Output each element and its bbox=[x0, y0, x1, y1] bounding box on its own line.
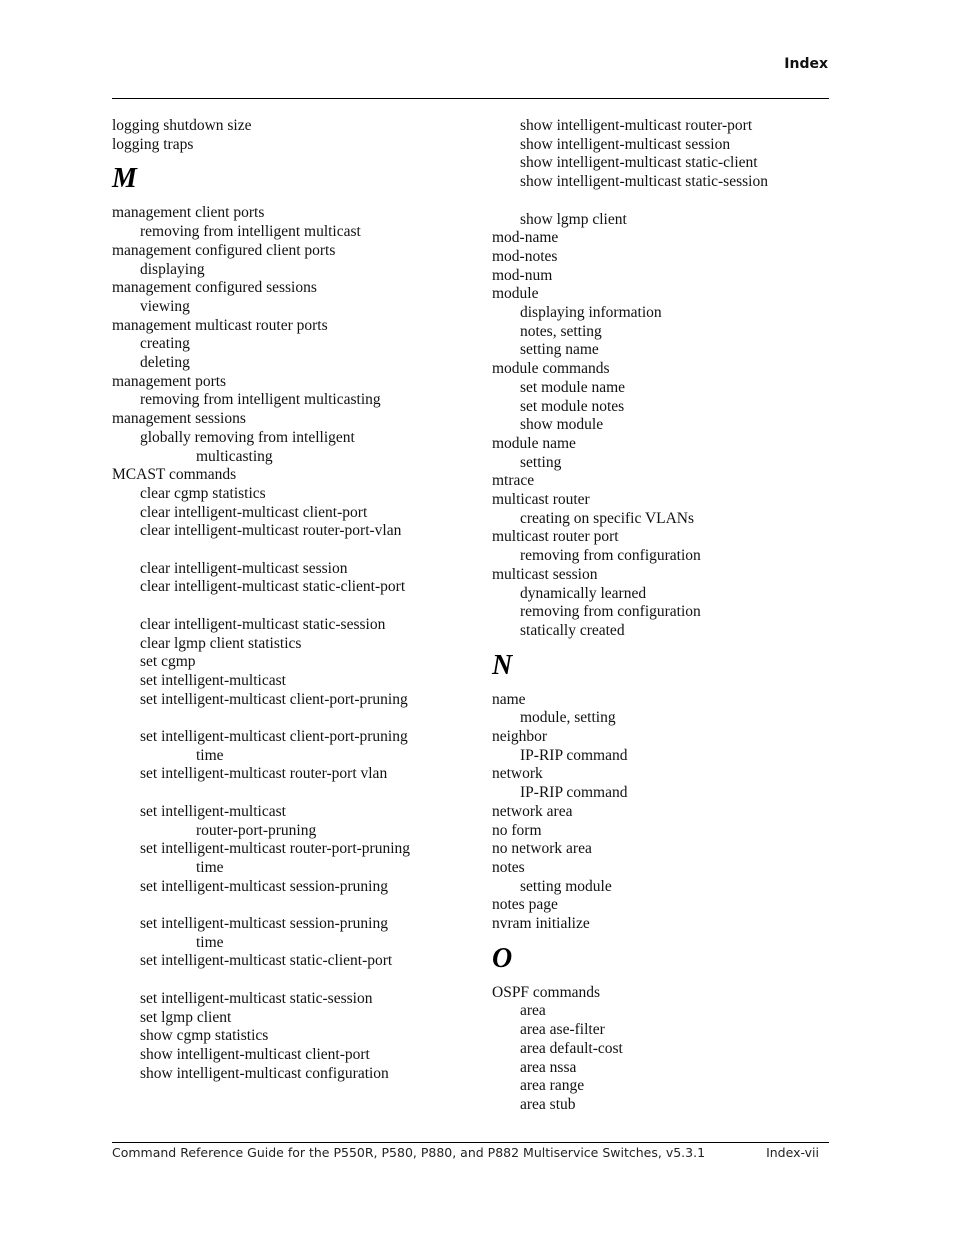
index-subentry: area bbox=[520, 1002, 546, 1020]
index-entry: notes bbox=[492, 858, 525, 876]
index-subentry: time bbox=[196, 746, 224, 764]
index-entry: notes page bbox=[492, 896, 558, 914]
index-subentry: set intelligent-multicast session-prunin… bbox=[140, 915, 388, 932]
footer-page-number: Index-vii bbox=[766, 1145, 819, 1160]
index-subentry: show intelligent-multicast static-client bbox=[520, 154, 758, 172]
index-subentry: module, setting bbox=[520, 709, 616, 727]
section-letter-n: N bbox=[492, 649, 513, 681]
index-subentry: removing from configuration bbox=[520, 603, 701, 621]
index-entry: network area bbox=[492, 802, 573, 820]
index-entry: management configured client ports bbox=[112, 241, 336, 259]
running-header: Index bbox=[784, 56, 828, 72]
index-entry: neighbor bbox=[492, 728, 548, 745]
index-subentry: show module bbox=[520, 416, 604, 434]
index-entry: multicast router port bbox=[492, 528, 619, 546]
index-entry: nvram initialize bbox=[492, 915, 590, 932]
index-subentry: creating on specific VLANs bbox=[520, 509, 695, 527]
index-subentry: set intelligent-multicast router-port-pr… bbox=[140, 840, 411, 858]
index-subentry: setting name bbox=[520, 341, 599, 359]
index-entry: mtrace bbox=[492, 472, 535, 490]
index-subentry: displaying bbox=[140, 260, 205, 278]
index-subentry: show intelligent-multicast router-port bbox=[520, 117, 753, 134]
index-subentry: clear intelligent-multicast session bbox=[140, 559, 348, 577]
index-entry: no network area bbox=[492, 840, 592, 858]
index-subentry: set intelligent-multicast client-port-pr… bbox=[140, 728, 408, 745]
index-subentry: set intelligent-multicast session-prunin… bbox=[140, 877, 388, 895]
index-subentry: clear cgmp statistics bbox=[140, 484, 266, 502]
index-subentry: globally removing from intelligent bbox=[140, 428, 355, 446]
index-subentry: clear lgmp client statistics bbox=[140, 634, 302, 652]
index-entry: module bbox=[492, 285, 539, 303]
index-subentry: setting bbox=[520, 453, 562, 471]
index-entry: name bbox=[492, 690, 526, 708]
index-entry: module commands bbox=[492, 360, 610, 378]
index-subentry: statically created bbox=[520, 621, 625, 639]
index-entry: management ports bbox=[112, 372, 227, 390]
index-subentry: show intelligent-multicast client-port bbox=[140, 1045, 370, 1063]
footer-guide-title: Command Reference Guide for the P550R, P… bbox=[112, 1145, 706, 1160]
index-subentry: area nssa bbox=[520, 1058, 577, 1076]
index-subentry: show intelligent-multicast static-sessio… bbox=[520, 173, 768, 191]
index-entry: management multicast router ports bbox=[112, 316, 328, 334]
index-entry: mod-name bbox=[492, 229, 559, 247]
index-entry: multicast session bbox=[492, 565, 598, 583]
index-subentry: clear intelligent-multicast static-clien… bbox=[140, 578, 406, 596]
section-letter-o: O bbox=[492, 942, 513, 974]
index-entry: multicast router bbox=[492, 491, 590, 508]
footer-rule bbox=[112, 1142, 829, 1143]
index-subentry: removing from configuration bbox=[520, 547, 701, 565]
index-entry: logging traps bbox=[112, 135, 194, 153]
index-subentry: set intelligent-multicast static-client-… bbox=[140, 952, 393, 970]
index-subentry: deleting bbox=[140, 354, 190, 371]
index-subentry: set intelligent-multicast static-session bbox=[140, 989, 373, 1007]
index-entry: module name bbox=[492, 434, 576, 452]
index-subentry: set lgmp client bbox=[140, 1008, 232, 1026]
index-subentry: area ase-filter bbox=[520, 1021, 605, 1039]
index-subentry: show cgmp statistics bbox=[140, 1027, 269, 1045]
index-subentry: removing from intelligent multicast bbox=[140, 223, 361, 241]
index-subentry: set intelligent-multicast router-port vl… bbox=[140, 765, 388, 783]
index-subentry: displaying information bbox=[520, 304, 662, 321]
index-entry: no form bbox=[492, 821, 542, 839]
index-subentry: IP-RIP command bbox=[520, 746, 628, 764]
index-entry: OSPF commands bbox=[492, 983, 601, 1001]
index-entry: management configured sessions bbox=[112, 279, 317, 297]
index-subentry: show intelligent-multicast configuration bbox=[140, 1064, 389, 1082]
index-subentry: area stub bbox=[520, 1095, 576, 1113]
index-subentry: clear intelligent-multicast client-port bbox=[140, 503, 368, 521]
index-subentry: show intelligent-multicast session bbox=[520, 135, 731, 153]
index-subentry: setting module bbox=[520, 877, 612, 895]
index-subentry: clear intelligent-multicast static-sessi… bbox=[140, 615, 386, 633]
index-subentry: set cgmp bbox=[140, 653, 196, 671]
index-entry: mod-num bbox=[492, 266, 553, 284]
index-subentry: area range bbox=[520, 1077, 585, 1095]
index-subentry: time bbox=[196, 933, 224, 951]
index-entry: mod-notes bbox=[492, 247, 558, 265]
index-subentry: area default-cost bbox=[520, 1039, 623, 1057]
header-rule bbox=[112, 98, 829, 99]
index-subentry: router-port-pruning bbox=[196, 821, 317, 839]
index-subentry: dynamically learned bbox=[520, 584, 647, 602]
index-subentry: creating bbox=[140, 335, 190, 353]
index-subentry: set intelligent-multicast bbox=[140, 802, 286, 820]
index-subentry: show lgmp client bbox=[520, 210, 627, 228]
index-subentry: multicasting bbox=[196, 447, 273, 465]
index-subentry: viewing bbox=[140, 297, 190, 315]
section-letter-m: M bbox=[112, 163, 137, 195]
index-subentry: set module notes bbox=[520, 397, 625, 415]
index-subentry: set module name bbox=[520, 378, 626, 396]
index-subentry: clear intelligent-multicast router-port-… bbox=[140, 522, 402, 540]
index-entry: network bbox=[492, 765, 543, 783]
index-entry: logging shutdown size bbox=[112, 117, 252, 134]
index-entry: MCAST commands bbox=[112, 466, 237, 484]
index-subentry: time bbox=[196, 858, 224, 876]
index-subentry: notes, setting bbox=[520, 322, 602, 340]
index-subentry: removing from intelligent multicasting bbox=[140, 391, 381, 409]
index-subentry: set intelligent-multicast bbox=[140, 671, 286, 689]
index-entry: management sessions bbox=[112, 410, 246, 428]
index-entry: management client ports bbox=[112, 204, 265, 222]
index-subentry: IP-RIP command bbox=[520, 784, 628, 802]
index-subentry: set intelligent-multicast client-port-pr… bbox=[140, 690, 408, 708]
